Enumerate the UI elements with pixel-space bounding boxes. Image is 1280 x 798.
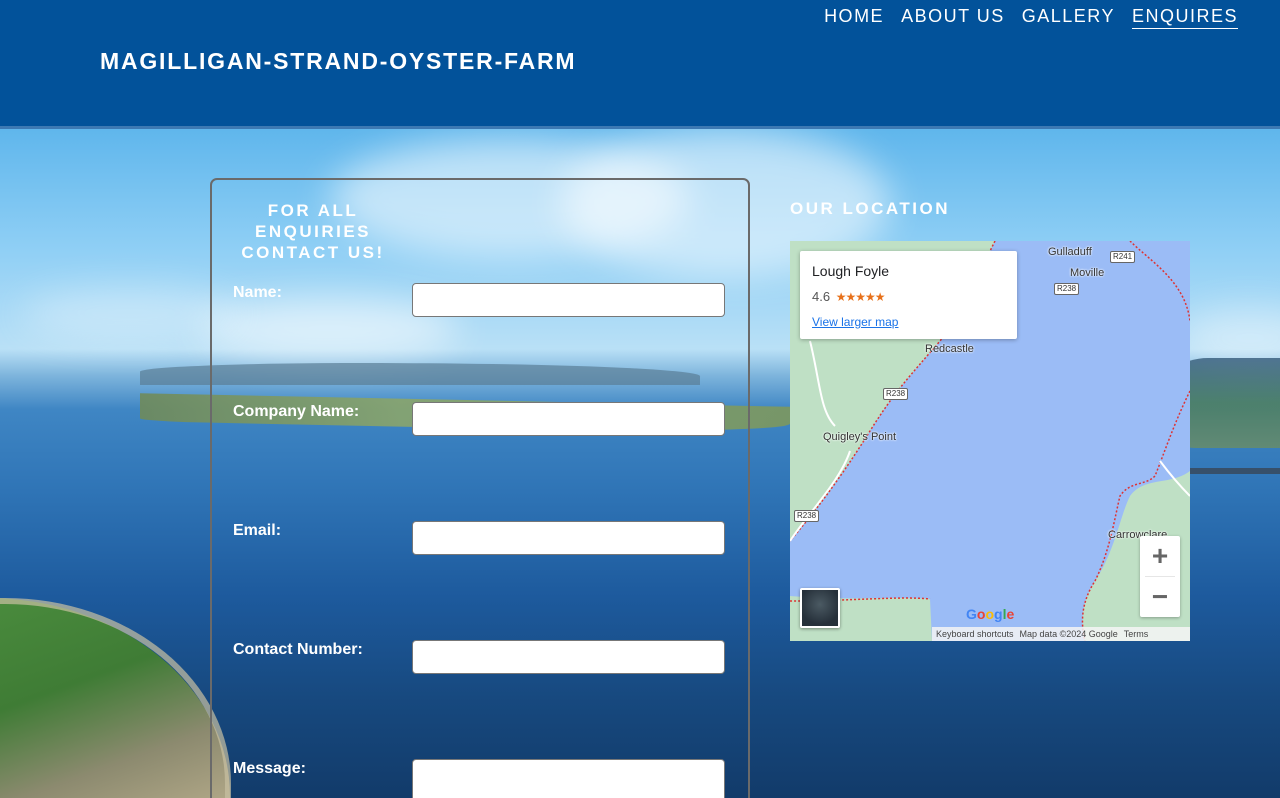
road-r238: R238: [883, 388, 909, 400]
road-r238: R238: [794, 510, 820, 522]
zoom-in-button[interactable]: +: [1140, 536, 1180, 576]
place-info-card: Lough Foyle 4.6 ★★★★★ View larger map: [800, 251, 1017, 339]
embedded-map[interactable]: Gulladuff Moville Redcastle Quigley's Po…: [790, 241, 1190, 641]
main-nav: HOME ABOUT US GALLERY ENQUIRES: [824, 6, 1238, 29]
name-label: Name:: [233, 284, 282, 301]
nav-about-us[interactable]: ABOUT US: [901, 6, 1005, 29]
nav-home[interactable]: HOME: [824, 6, 884, 29]
road-r238: R238: [1054, 283, 1080, 295]
terms-link[interactable]: Terms: [1124, 629, 1149, 639]
view-larger-map-link[interactable]: View larger map: [812, 315, 898, 329]
zoom-out-button[interactable]: −: [1140, 577, 1180, 617]
message-label: Message:: [233, 760, 306, 777]
enquiry-form: FOR ALL ENQUIRIES CONTACT US! Name: Comp…: [210, 178, 750, 798]
location-title: OUR LOCATION: [790, 199, 951, 218]
rating-stars-icon: ★★★★★: [835, 290, 886, 304]
site-header: HOME ABOUT US GALLERY ENQUIRES MAGILLIGA…: [0, 0, 1280, 129]
zoom-controls: + −: [1140, 536, 1180, 617]
company-name-label: Company Name:: [233, 403, 360, 420]
site-title: MAGILLIGAN-STRAND-OYSTER-FARM: [100, 48, 577, 74]
keyboard-shortcuts-link[interactable]: Keyboard shortcuts: [936, 629, 1014, 639]
contact-number-label: Contact Number:: [233, 641, 363, 658]
map-label-redcastle: Redcastle: [925, 343, 974, 355]
message-textarea[interactable]: [412, 759, 725, 798]
nav-gallery[interactable]: GALLERY: [1022, 6, 1115, 29]
nav-enquires[interactable]: ENQUIRES: [1131, 6, 1238, 29]
email-input[interactable]: [412, 521, 725, 555]
map-label-gulladuff: Gulladuff: [1048, 246, 1092, 258]
contact-number-input[interactable]: [412, 640, 725, 674]
cloud: [20, 288, 240, 338]
form-title: FOR ALL ENQUIRIES CONTACT US!: [241, 201, 385, 262]
rating-value: 4.6: [812, 289, 831, 304]
map-attribution: Keyboard shortcuts Map data ©2024 Google…: [932, 627, 1190, 641]
map-label-moville: Moville: [1070, 267, 1105, 279]
name-input[interactable]: [412, 283, 725, 317]
map-data-text: Map data ©2024 Google: [1019, 629, 1118, 639]
map-label-quigleys-point: Quigley's Point: [823, 431, 897, 443]
place-name: Lough Foyle: [812, 263, 890, 279]
road-r241: R241: [1110, 251, 1136, 263]
company-name-input[interactable]: [412, 402, 725, 436]
pier: [1185, 468, 1280, 474]
google-logo: Google: [966, 606, 1015, 622]
place-rating: 4.6 ★★★★★: [812, 289, 885, 304]
satellite-toggle[interactable]: [800, 588, 840, 628]
headland-shoreline: [0, 598, 231, 798]
email-label: Email:: [233, 522, 282, 539]
